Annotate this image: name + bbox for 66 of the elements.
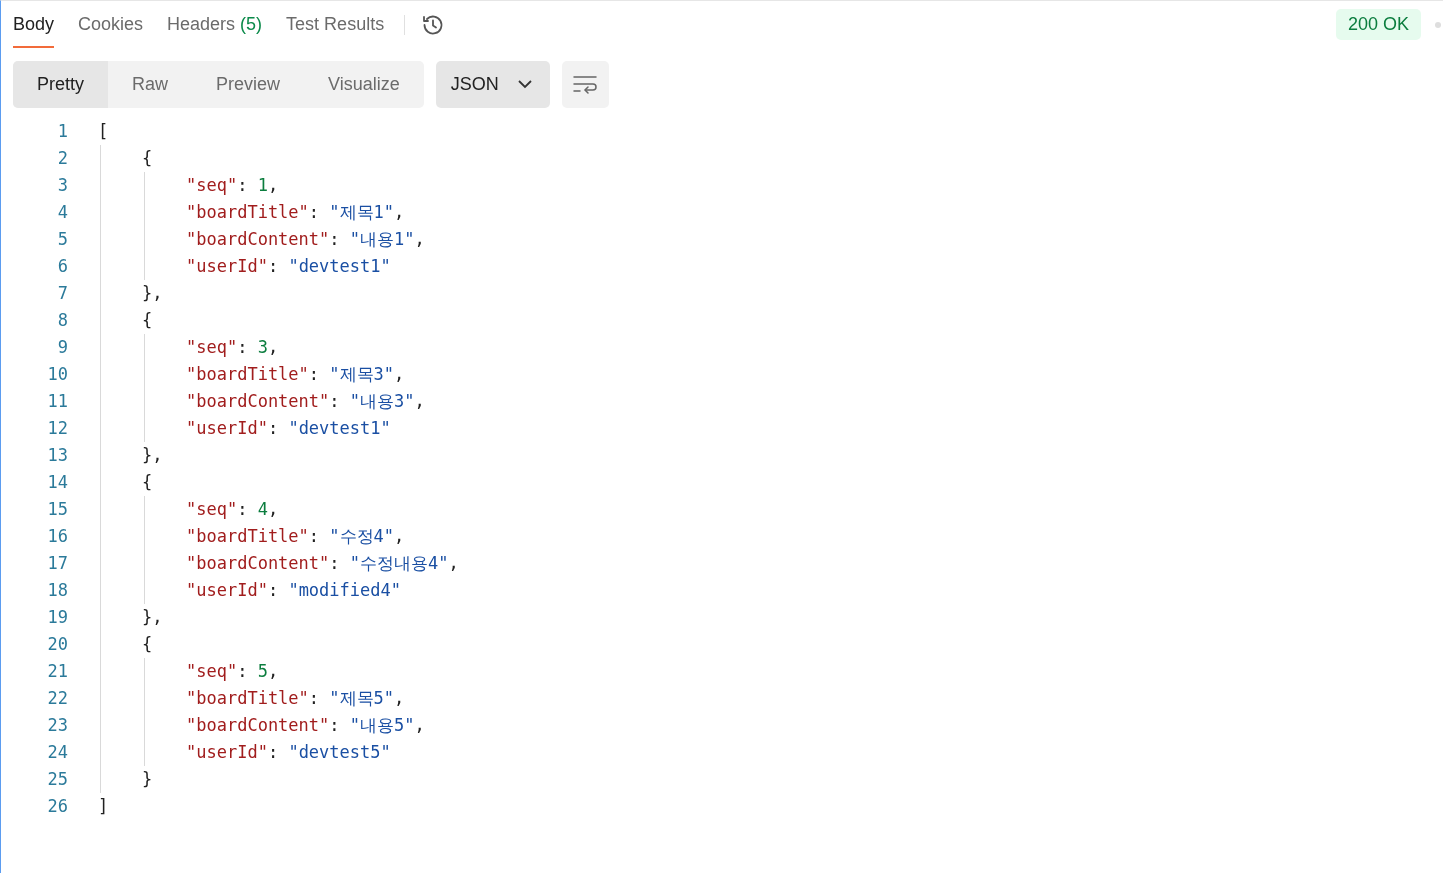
wrap-lines-icon [573, 74, 598, 95]
line-number: 23 [47, 714, 68, 737]
line-number: 22 [47, 687, 68, 710]
code-line: { [142, 471, 154, 494]
code-line: { [142, 147, 154, 170]
code-line: "userId": "devtest1" [186, 417, 392, 440]
code-line: { [142, 309, 154, 332]
code-line: "boardTitle": "제목5", [186, 687, 406, 710]
line-number: 15 [47, 498, 68, 521]
line-number: 14 [47, 471, 68, 494]
response-tab[interactable]: Headers (5) [167, 1, 263, 48]
code-line: "seq": 1, [186, 174, 280, 197]
line-number: 3 [57, 174, 68, 197]
view-mode-button[interactable]: Preview [192, 61, 305, 108]
line-number: 6 [57, 255, 68, 278]
line-number: 7 [57, 282, 68, 305]
code-line: "boardContent": "수정내용4", [186, 552, 459, 575]
code-line: }, [142, 282, 164, 305]
line-number: 18 [47, 579, 68, 602]
code-line: { [142, 633, 154, 656]
line-number: 19 [47, 606, 68, 629]
line-number: 17 [47, 552, 68, 575]
code-line: }, [142, 444, 164, 467]
line-number: 8 [57, 309, 68, 332]
line-number: 21 [47, 660, 68, 683]
code-line: "seq": 3, [186, 336, 280, 359]
line-number: 12 [47, 417, 68, 440]
response-tab[interactable]: Cookies [78, 1, 144, 48]
line-number: 10 [47, 363, 68, 386]
code-line: "boardTitle": "제목3", [186, 363, 406, 386]
status-badge: 200 OK [1335, 9, 1421, 40]
wrap-lines-button[interactable] [561, 61, 609, 108]
code-line: ] [98, 795, 110, 818]
code-line: "userId": "devtest5" [186, 741, 392, 764]
status-dot [1435, 21, 1441, 28]
code-line: "userId": "modified4" [186, 579, 402, 602]
code-line: "boardContent": "내용1", [186, 228, 426, 251]
code-line: "boardContent": "내용5", [186, 714, 426, 737]
line-number: 9 [57, 336, 68, 359]
code-line: "boardTitle": "수정4", [186, 525, 406, 548]
chevron-down-icon [517, 80, 532, 89]
code-line: "seq": 5, [186, 660, 280, 683]
line-number: 5 [57, 228, 68, 251]
line-number: 26 [47, 795, 68, 818]
view-mode-button[interactable]: Visualize [304, 61, 424, 108]
code-line: } [142, 768, 154, 791]
code-line: [ [98, 120, 110, 143]
code-line: "boardTitle": "제목1", [186, 201, 406, 224]
line-number: 25 [47, 768, 68, 791]
line-number: 13 [47, 444, 68, 467]
line-number: 11 [47, 390, 68, 413]
code-line: "seq": 4, [186, 498, 280, 521]
view-mode-button[interactable]: Pretty [13, 61, 108, 108]
format-dropdown[interactable]: JSON [435, 61, 550, 108]
response-tab[interactable]: Test Results [286, 1, 385, 48]
line-number: 20 [47, 633, 68, 656]
response-tab[interactable]: Body [13, 1, 55, 48]
line-number: 2 [57, 147, 68, 170]
code-line: }, [142, 606, 164, 629]
view-mode-button[interactable]: Raw [108, 61, 193, 108]
line-number: 1 [57, 120, 68, 143]
line-number: 4 [57, 201, 68, 224]
code-line: "boardContent": "내용3", [186, 390, 426, 413]
code-line: "userId": "devtest1" [186, 255, 392, 278]
line-number: 24 [47, 741, 68, 764]
line-number: 16 [47, 525, 68, 548]
